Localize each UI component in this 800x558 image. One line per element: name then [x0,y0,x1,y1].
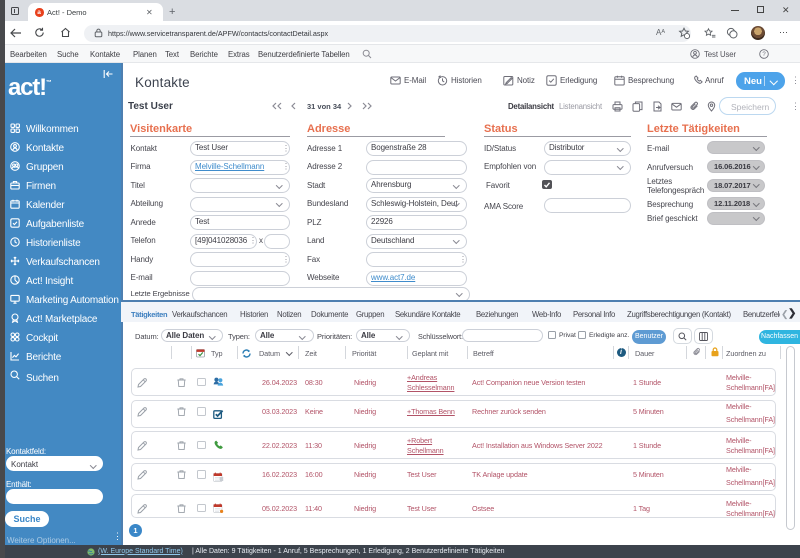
svg-text:?: ? [762,52,766,58]
